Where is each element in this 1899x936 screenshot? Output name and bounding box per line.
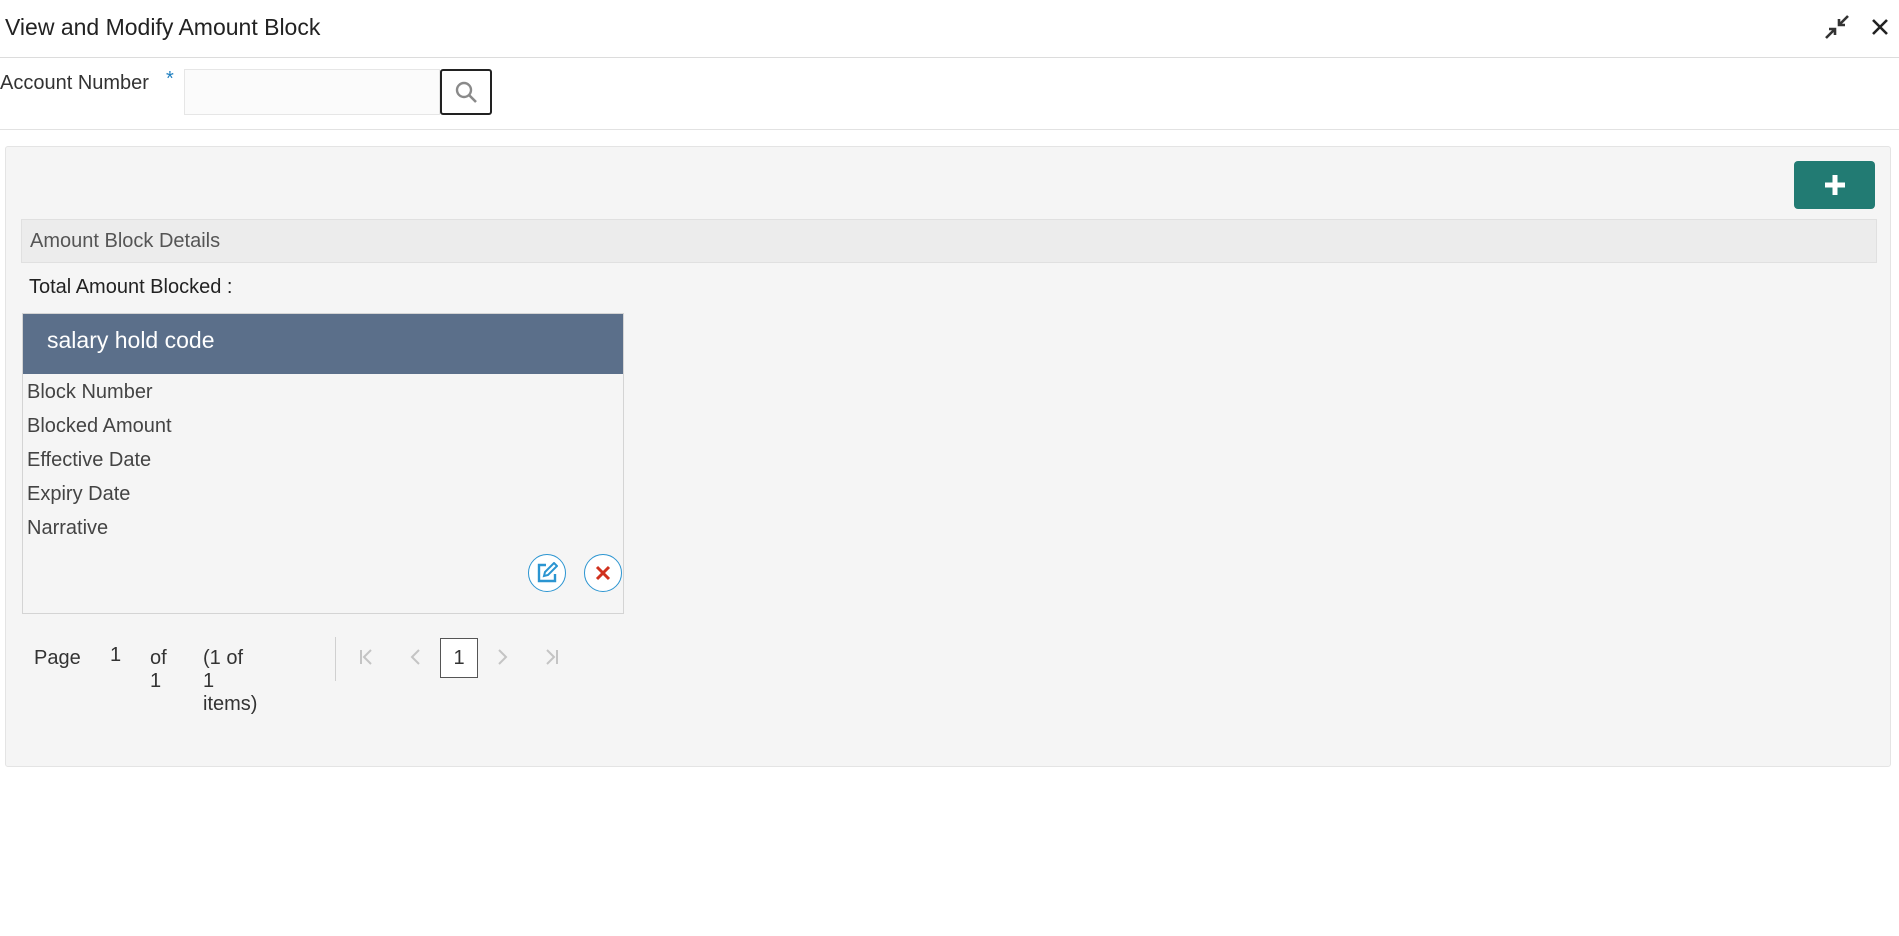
close-icon (1872, 19, 1888, 35)
section-title: Amount Block Details (30, 230, 221, 252)
previous-page-button[interactable] (404, 645, 428, 669)
search-icon (455, 81, 477, 103)
section-header: Amount Block Details (21, 219, 1877, 263)
page-number-input[interactable]: 1 (110, 644, 121, 667)
account-row: Account Number * (0, 59, 1899, 130)
last-page-button[interactable] (540, 645, 564, 669)
chevron-right-icon (498, 649, 508, 665)
chevron-left-icon (410, 649, 420, 665)
account-search-button[interactable] (440, 69, 492, 115)
card-header: salary hold code (23, 314, 623, 374)
minimize-button[interactable] (1823, 13, 1851, 41)
window-title: View and Modify Amount Block (5, 14, 321, 40)
page-label: Page (34, 647, 81, 669)
pager-divider (335, 637, 336, 681)
account-number-label: Account Number (0, 72, 149, 94)
delete-button[interactable] (584, 554, 622, 592)
blocked-amount-label: Blocked Amount (27, 415, 172, 437)
edit-icon (537, 562, 558, 583)
expiry-date-label: Expiry Date (27, 483, 131, 505)
card-title: salary hold code (47, 327, 215, 353)
plus-icon (1824, 175, 1845, 195)
required-marker: * (166, 68, 174, 90)
total-amount-blocked-label: Total Amount Blocked : (29, 276, 233, 298)
narrative-label: Narrative (27, 517, 109, 539)
next-page-button[interactable] (490, 645, 514, 669)
add-block-button[interactable] (1794, 161, 1875, 209)
close-button[interactable] (1866, 13, 1894, 41)
delete-icon (595, 565, 611, 581)
block-card: salary hold code Block Number Blocked Am… (22, 313, 624, 614)
page-total-label: of 1 (150, 647, 167, 692)
effective-date-label: Effective Date (27, 449, 152, 471)
first-page-button[interactable] (354, 645, 378, 669)
first-page-icon (360, 649, 372, 665)
amount-block-panel: Amount Block Details Total Amount Blocke… (5, 146, 1891, 767)
current-page-button[interactable]: 1 (440, 638, 478, 678)
edit-button[interactable] (528, 554, 566, 592)
block-number-label: Block Number (27, 381, 153, 403)
last-page-icon (546, 649, 558, 665)
minimize-arrows-icon (1825, 15, 1849, 39)
items-count-label: (1 of 1 items) (203, 647, 258, 715)
account-number-input[interactable] (184, 69, 440, 115)
title-bar: View and Modify Amount Block (0, 0, 1899, 58)
